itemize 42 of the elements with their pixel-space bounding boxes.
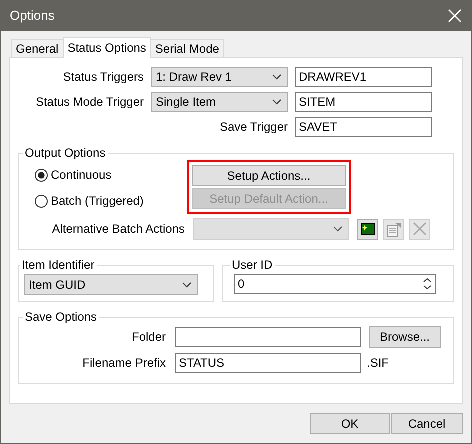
group-title: Item Identifier bbox=[21, 258, 96, 272]
toolbar-button[interactable] bbox=[357, 218, 378, 240]
sparkle-card-icon bbox=[360, 223, 374, 235]
dropdown[interactable]: Single Item bbox=[151, 92, 288, 112]
field-label: Filename Prefix bbox=[82, 356, 166, 370]
text-field[interactable]: SITEM bbox=[295, 92, 432, 112]
dropdown[interactable]: Item GUID bbox=[24, 274, 198, 295]
radio-button[interactable] bbox=[35, 194, 48, 208]
close-icon bbox=[412, 222, 426, 236]
tab[interactable]: Serial Mode bbox=[150, 39, 224, 57]
document-icon bbox=[386, 222, 402, 236]
chevron-icon bbox=[272, 99, 282, 105]
chevron-icon bbox=[182, 282, 192, 288]
file-extension: .SIF bbox=[367, 356, 390, 370]
field-label: Status Triggers bbox=[62, 70, 144, 84]
action-button[interactable]: Setup Actions... bbox=[192, 165, 346, 186]
radio-option[interactable]: Batch (Triggered) bbox=[35, 194, 187, 208]
text-field[interactable]: DRAWREV1 bbox=[295, 67, 432, 87]
text-field[interactable] bbox=[175, 327, 361, 347]
radio-option[interactable]: Continuous bbox=[35, 168, 187, 182]
text-field[interactable]: SAVET bbox=[295, 117, 432, 137]
field-label: Save Trigger bbox=[218, 120, 288, 134]
chevron-icon bbox=[333, 226, 343, 232]
radio-button[interactable] bbox=[35, 168, 48, 182]
group-title: Save Options bbox=[24, 310, 98, 324]
window-title: Options bbox=[10, 8, 55, 23]
text-field[interactable]: STATUS bbox=[175, 353, 361, 373]
group-title: User ID bbox=[231, 258, 274, 272]
group-title: Output Options bbox=[24, 146, 107, 160]
dialog-button[interactable]: Cancel bbox=[391, 413, 463, 434]
field-label: Alternative Batch Actions bbox=[51, 222, 185, 236]
dialog-button[interactable]: OK bbox=[310, 413, 390, 434]
field-label: Status Mode Trigger bbox=[34, 95, 144, 109]
number-field[interactable]: 0 bbox=[234, 274, 436, 294]
browse-button[interactable]: Browse... bbox=[369, 326, 441, 348]
tab[interactable]: General bbox=[11, 39, 64, 57]
field-label: Folder bbox=[130, 330, 166, 344]
dropdown[interactable]: 1: Draw Rev 1 bbox=[151, 67, 288, 87]
chevron-icon bbox=[272, 74, 282, 80]
spinner-icon[interactable] bbox=[423, 277, 432, 291]
tab[interactable]: Status Options bbox=[62, 37, 152, 58]
close-icon[interactable] bbox=[448, 8, 462, 22]
